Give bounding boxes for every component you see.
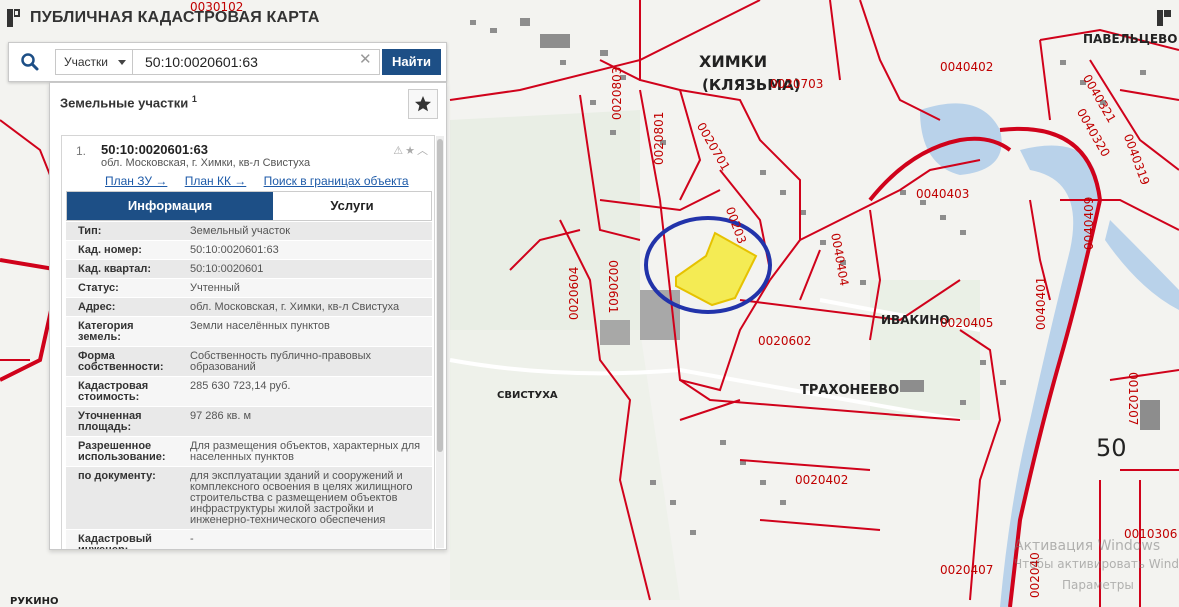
table-row: Тип: Земельный участок xyxy=(66,222,432,241)
place-label-khimki: ХИМКИ xyxy=(699,52,768,71)
table-row: Разрешенное использование: Для размещения… xyxy=(66,437,432,467)
panel-title: Земельные участки 1 xyxy=(60,94,197,111)
table-row: по документу: для эксплуатации зданий и с… xyxy=(66,467,432,530)
parcel-label: 0040409 xyxy=(1082,196,1096,250)
app-title: ПУБЛИЧНАЯ КАДАСТРОВАЯ КАРТА xyxy=(30,9,320,26)
parcel-label: 0020801 xyxy=(652,111,666,165)
search-icon[interactable] xyxy=(20,52,40,72)
card-tools: ⚠★︿ xyxy=(393,142,430,158)
table-row: Адрес: обл. Московская, г. Химки, кв-л Св… xyxy=(66,298,432,317)
info-table: Тип: Земельный участок Кад. номер: 50:10:0… xyxy=(66,222,432,549)
chevron-down-icon xyxy=(118,60,126,65)
tab-information[interactable]: Информация xyxy=(67,192,273,220)
panel-scroll-thumb[interactable] xyxy=(437,139,443,452)
place-label-svistuha: СВИСТУХА xyxy=(497,390,558,401)
top-bar: ПУБЛИЧНАЯ КАДАСТРОВАЯ КАРТА xyxy=(0,0,1179,36)
menu-icon[interactable] xyxy=(1155,8,1173,28)
star-outline-icon[interactable]: ★ xyxy=(405,145,417,157)
result-address: обл. Московская, г. Химки, кв-л Свистуха xyxy=(101,157,311,169)
activation-watermark: Активация Windows xyxy=(1014,538,1161,554)
search-type-select[interactable]: Участки xyxy=(55,49,133,75)
parcel-label: 0020402 xyxy=(795,473,849,487)
parcel-label: 0020604 xyxy=(567,266,581,320)
search-type-value: Участки xyxy=(64,55,108,69)
parcel-label: 0040401 xyxy=(1034,276,1048,330)
parcel-label: 0020405 xyxy=(940,316,994,330)
table-row: Кад. номер: 50:10:0020601:63 xyxy=(66,241,432,260)
results-panel: Земельные участки 1 1. 50:10:0020601:63 … xyxy=(49,82,447,550)
parcel-label: 0010207 xyxy=(1126,372,1140,426)
place-label-rukino: РУКИНО xyxy=(10,596,59,607)
parcel-label: 0020703 xyxy=(770,77,824,91)
chevron-up-icon[interactable]: ︿ xyxy=(417,145,430,157)
find-button[interactable]: Найти xyxy=(382,49,441,75)
table-row: Статус: Учтенный xyxy=(66,279,432,298)
table-row: Уточненная площадь: 97 286 кв. м xyxy=(66,407,432,437)
plan-kk-link[interactable]: План КК → xyxy=(185,174,247,188)
parcel-label: 0020601 xyxy=(606,260,620,314)
table-row: Форма собственности: Собственность публич… xyxy=(66,347,432,377)
parcel-label: 0040403 xyxy=(916,187,970,201)
table-row: Категория земель: Земли населённых пункто… xyxy=(66,317,432,347)
info-tabs: Информация Услуги xyxy=(66,191,432,221)
parcel-label: 0040402 xyxy=(940,60,994,74)
parcel-label: 0020602 xyxy=(758,334,812,348)
result-cad-number[interactable]: 50:10:0020601:63 xyxy=(101,142,208,157)
clear-icon[interactable]: ✕ xyxy=(359,50,372,68)
search-bar: Участки 50:10:0020601:63 ✕ Найти xyxy=(8,42,447,82)
star-icon xyxy=(415,96,431,112)
parcel-label: 0020407 xyxy=(940,563,994,577)
tab-services[interactable]: Услуги xyxy=(273,192,431,220)
cad-number-link[interactable]: 50:10:0020601:63 xyxy=(184,241,432,259)
search-input[interactable]: 50:10:0020601:63 xyxy=(132,49,380,75)
result-card: 1. 50:10:0020601:63 обл. Московская, г. … xyxy=(61,135,435,549)
cad-quarter-link[interactable]: 50:10:0020601 xyxy=(184,260,432,278)
region-number: 50 xyxy=(1096,434,1127,462)
place-label-trahoneevo: ТРАХОНЕЕВО xyxy=(800,383,900,398)
plan-zu-link[interactable]: План ЗУ → xyxy=(105,174,167,188)
table-row: Кад. квартал: 50:10:0020601 xyxy=(66,260,432,279)
table-row: Кадастровая стоимость: 285 630 723,14 руб… xyxy=(66,377,432,407)
favorite-button[interactable] xyxy=(408,89,438,119)
results-count: 1 xyxy=(191,94,197,104)
parcel-label: 0020803 xyxy=(610,66,624,120)
result-index: 1. xyxy=(76,144,87,158)
activation-watermark: Чтобы активировать Windows, xyxy=(1014,557,1179,571)
logo-icon xyxy=(7,9,20,27)
activation-watermark: Параметры xyxy=(1062,578,1134,592)
table-row: Кадастровый инженер: - xyxy=(66,530,432,549)
warning-icon[interactable]: ⚠ xyxy=(393,145,405,157)
